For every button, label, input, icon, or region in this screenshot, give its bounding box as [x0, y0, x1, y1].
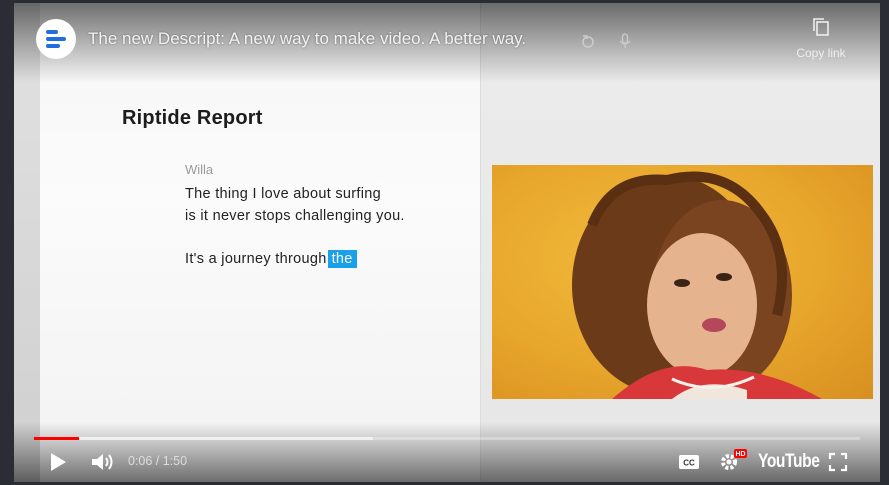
captions-icon[interactable]: CC — [678, 454, 700, 470]
settings-gear-icon[interactable]: HD — [718, 447, 748, 473]
bottom-overlay — [14, 422, 880, 482]
time-display: 0:06 / 1:50 — [128, 454, 188, 468]
copy-icon — [813, 18, 829, 36]
transcript-line-2: is it never stops challenging you. — [185, 208, 405, 224]
copy-link-label: Copy link — [796, 46, 846, 60]
video-title[interactable]: The new Descript: A new way to make vide… — [88, 29, 526, 49]
presenter-image — [572, 171, 822, 399]
transcript-line-3: It's a journey through the — [185, 250, 357, 268]
descript-logo-icon — [46, 30, 66, 48]
presenter-video — [492, 165, 873, 399]
copy-link-button[interactable]: Copy link — [786, 17, 856, 60]
loop-icon — [582, 35, 594, 48]
progress-bar[interactable] — [34, 437, 860, 440]
fullscreen-icon[interactable] — [828, 452, 848, 472]
transcript-line-1: The thing I love about surfing — [185, 186, 382, 202]
highlighted-word: the — [327, 250, 357, 268]
svg-text:CC: CC — [683, 459, 695, 468]
transcript-line-3-text: It's a journey through — [185, 251, 327, 267]
speaker-label: Willa — [185, 162, 214, 177]
play-icon[interactable] — [48, 451, 68, 473]
volume-icon[interactable] — [90, 451, 116, 473]
progress-played — [34, 437, 79, 440]
microphone-icon — [619, 33, 631, 48]
youtube-logo[interactable]: YouTube — [758, 451, 820, 473]
document-title: Riptide Report — [122, 107, 263, 129]
progress-buffered — [34, 437, 373, 440]
hd-badge: HD — [735, 451, 745, 458]
video-player[interactable]: Riptide Report Willa The thing I love ab… — [14, 3, 880, 482]
channel-logo[interactable] — [36, 19, 76, 59]
